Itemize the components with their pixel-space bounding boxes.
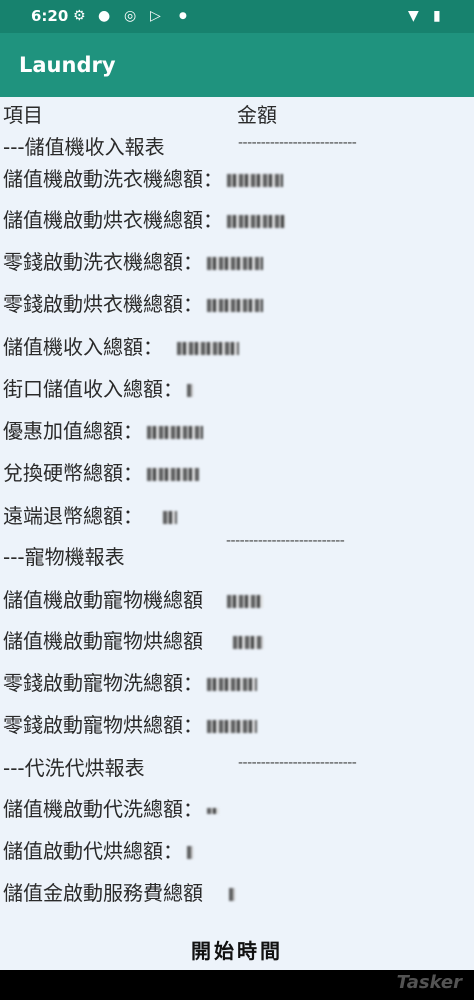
battery-icon: ▮ xyxy=(433,8,441,24)
status-time: 6:20 xyxy=(31,7,69,25)
stored-item-8: 兌換硬幣總額： xyxy=(3,457,199,486)
report-content: 項目 金額 ---儲值機收入報表 -----------------------… xyxy=(0,97,474,970)
pet-item-4: 零錢啟動寵物烘總額： xyxy=(3,709,257,738)
target-icon: ◎ xyxy=(124,8,137,24)
tasker-watermark: Tasker xyxy=(396,972,462,993)
app-bar: Laundry xyxy=(0,33,474,97)
stored-item-4: 零錢啟動烘衣機總額： xyxy=(3,288,263,317)
pet-item-3: 零錢啟動寵物洗總額： xyxy=(3,667,257,696)
stored-item-6: 街口儲值收入總額： xyxy=(3,373,193,402)
proxy-item-1: 儲值機啟動代洗總額： xyxy=(3,793,219,822)
proxy-item-2: 儲值啟動代烘總額： xyxy=(3,835,193,864)
play-icon: ▷ xyxy=(150,8,161,24)
stored-item-7: 優惠加值總額： xyxy=(3,415,203,444)
stored-item-3: 零錢啟動洗衣機總額： xyxy=(3,246,263,275)
section-proxy-title: ---代洗代烘報表 xyxy=(3,756,145,780)
gear-icon: ⚙ xyxy=(73,8,86,24)
dot-icon: ● xyxy=(179,11,187,21)
stored-item-2: 儲值機啟動烘衣機總額： xyxy=(3,204,285,233)
section-divider: -------------------------- xyxy=(226,533,345,549)
header-item-label: 項目 xyxy=(3,103,43,127)
section-divider: -------------------------- xyxy=(238,135,357,151)
stored-item-9: 遠端退幣總額： xyxy=(3,500,177,529)
wifi-icon: ▼ xyxy=(408,8,419,24)
stored-item-5: 儲值機收入總額： xyxy=(3,331,239,360)
section-pet-title: ---寵物機報表 xyxy=(3,545,125,569)
stored-item-1: 儲值機啟動洗衣機總額： xyxy=(3,163,283,192)
section-divider: -------------------------- xyxy=(238,755,357,771)
proxy-item-3: 儲值金啟動服務費總額 xyxy=(3,877,235,906)
start-time-button[interactable]: 開始時間 xyxy=(0,935,474,964)
app-title: Laundry xyxy=(19,53,116,77)
pet-item-1: 儲值機啟動寵物機總額 xyxy=(3,584,263,613)
header-amount-label: 金額 xyxy=(237,103,277,127)
circle-icon: ● xyxy=(98,8,111,24)
pet-item-2: 儲值機啟動寵物烘總額 xyxy=(3,625,263,654)
status-bar: 6:20 ⚙ ● ◎ ▷ ● ▼ ▮ xyxy=(0,0,474,33)
section-stored-title: ---儲值機收入報表 xyxy=(3,135,165,159)
